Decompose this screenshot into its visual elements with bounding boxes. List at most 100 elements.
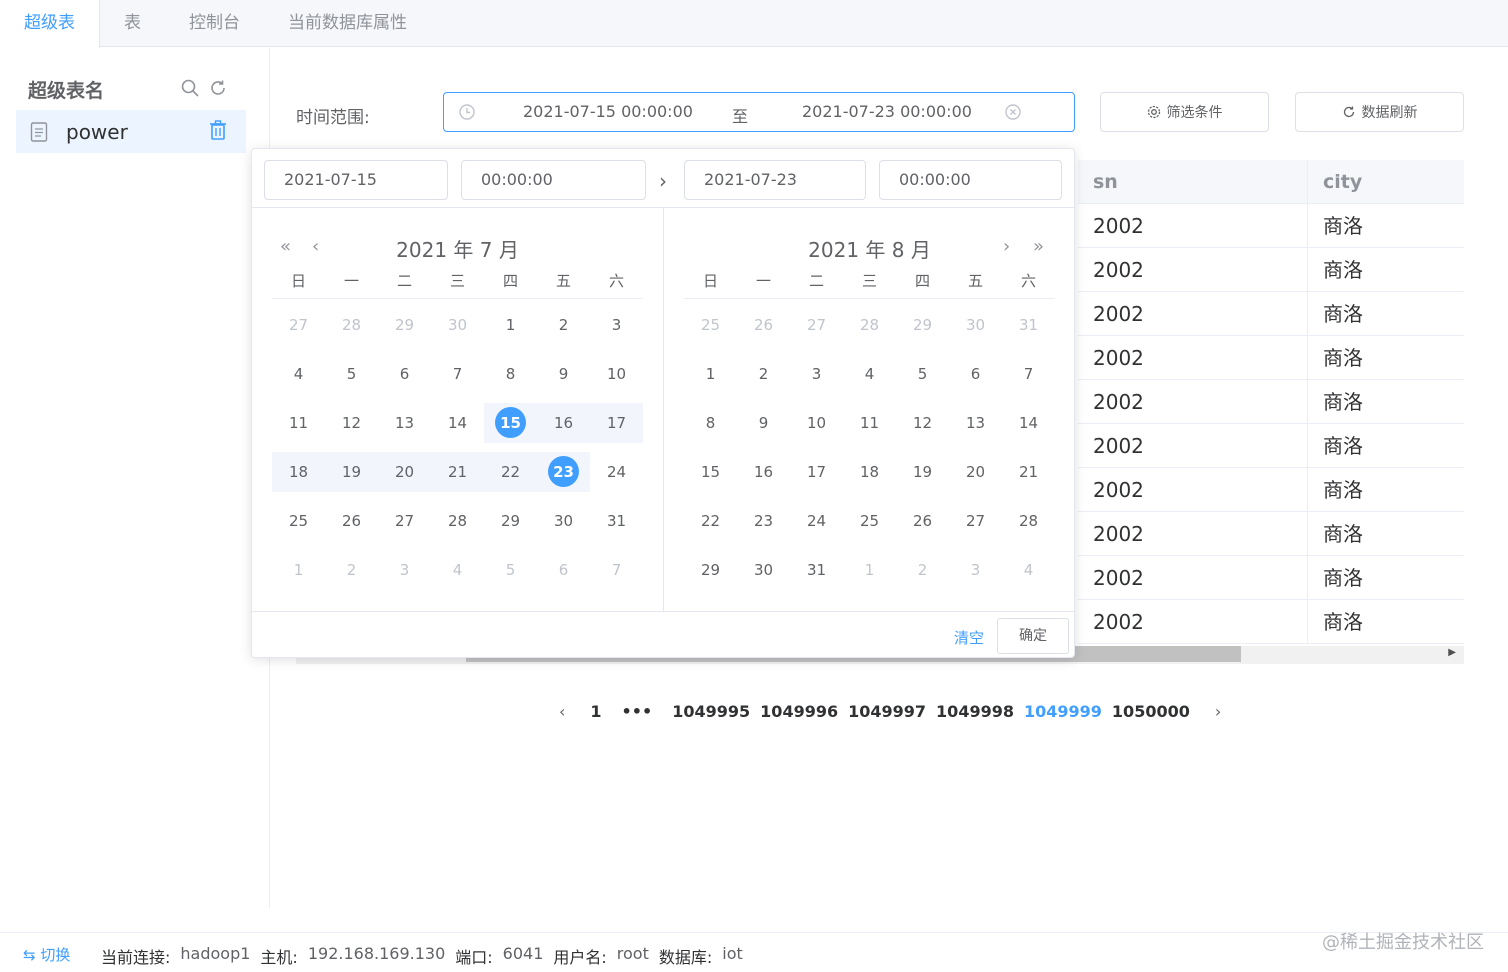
date-cell[interactable]: 27 [790,305,843,345]
date-cell[interactable]: 16 [537,402,590,443]
date-cell[interactable]: 7 [1002,354,1055,394]
end-date-input[interactable]: 2021-07-23 [684,160,866,200]
date-cell[interactable]: 4 [1002,550,1055,590]
date-cell[interactable]: 18 [843,452,896,492]
date-cell[interactable]: 19 [325,451,378,492]
date-cell[interactable]: 31 [790,550,843,590]
table-row[interactable]: 2002 商洛 [1078,556,1464,600]
date-cell[interactable]: 17 [790,452,843,492]
selected-date[interactable]: 15 [484,402,537,443]
end-time-input[interactable]: 00:00:00 [879,160,1062,200]
date-cell[interactable]: 29 [896,305,949,345]
date-cell[interactable]: 5 [484,550,537,590]
page-ellipsis[interactable]: ••• [617,702,658,721]
date-cell[interactable]: 9 [537,354,590,394]
date-cell[interactable]: 3 [378,550,431,590]
tab-supertable[interactable]: 超级表 [0,0,100,48]
date-cell[interactable]: 1 [484,305,537,345]
date-cell[interactable]: 28 [431,501,484,541]
date-cell[interactable]: 22 [684,501,737,541]
time-range-input[interactable]: 2021-07-15 00:00:00 至 2021-07-23 00:00:0… [443,92,1075,132]
date-cell[interactable]: 12 [325,403,378,443]
clear-circle-icon[interactable] [1004,103,1022,121]
date-cell[interactable]: 30 [537,501,590,541]
start-time-input[interactable]: 00:00:00 [461,160,646,200]
date-cell[interactable]: 27 [272,305,325,345]
date-cell[interactable]: 28 [325,305,378,345]
date-cell[interactable]: 10 [590,354,643,394]
date-cell[interactable]: 3 [949,550,1002,590]
date-cell[interactable]: 5 [325,354,378,394]
date-cell[interactable]: 2 [896,550,949,590]
date-cell[interactable]: 26 [325,501,378,541]
switch-connection-button[interactable]: ⇆ 切换 [23,944,70,965]
filter-conditions-button[interactable]: 筛选条件 [1100,92,1269,132]
date-cell[interactable]: 18 [272,451,325,492]
date-cell[interactable]: 2 [737,354,790,394]
date-cell[interactable]: 1 [272,550,325,590]
page-1[interactable]: 1 [585,702,606,721]
date-cell[interactable]: 15 [684,452,737,492]
date-cell[interactable]: 30 [949,305,1002,345]
page-1049995[interactable]: 1049995 [667,702,755,721]
search-icon[interactable] [180,78,200,98]
page-1049998[interactable]: 1049998 [931,702,1019,721]
start-date-input[interactable]: 2021-07-15 [264,160,448,200]
page-1050000[interactable]: 1050000 [1107,702,1195,721]
date-cell[interactable]: 16 [737,452,790,492]
date-cell[interactable]: 20 [378,451,431,492]
scroll-right-arrow-icon[interactable]: ▶ [1448,647,1456,658]
date-cell[interactable]: 24 [590,452,643,492]
date-cell[interactable]: 25 [272,501,325,541]
date-cell[interactable]: 12 [896,403,949,443]
page-1049999[interactable]: 1049999 [1019,702,1107,721]
clear-button[interactable]: 清空 [954,627,984,648]
date-cell[interactable]: 24 [790,501,843,541]
refresh-icon[interactable] [208,78,228,98]
date-cell[interactable]: 27 [378,501,431,541]
date-cell[interactable]: 14 [431,403,484,443]
date-cell[interactable]: 21 [431,451,484,492]
table-row[interactable]: 2002 商洛 [1078,204,1464,248]
date-cell[interactable]: 22 [484,451,537,492]
table-row[interactable]: 2002 商洛 [1078,292,1464,336]
date-cell[interactable]: 1 [684,354,737,394]
tab-table[interactable]: 表 [100,0,165,47]
page-1049996[interactable]: 1049996 [755,702,843,721]
date-cell[interactable]: 2 [537,305,590,345]
date-cell[interactable]: 29 [684,550,737,590]
table-row[interactable]: 2002 商洛 [1078,424,1464,468]
confirm-button[interactable]: 确定 [997,618,1069,654]
next-page-button[interactable]: › [1205,702,1231,721]
date-cell[interactable]: 14 [1002,403,1055,443]
date-cell[interactable]: 13 [949,403,1002,443]
date-cell[interactable]: 9 [737,403,790,443]
table-row[interactable]: 2002 商洛 [1078,512,1464,556]
date-cell[interactable]: 1 [843,550,896,590]
date-cell[interactable]: 7 [590,550,643,590]
table-row[interactable]: 2002 商洛 [1078,600,1464,644]
date-cell[interactable]: 4 [431,550,484,590]
table-row[interactable]: 2002 商洛 [1078,336,1464,380]
prev-page-button[interactable]: ‹ [549,702,575,721]
date-cell[interactable]: 28 [843,305,896,345]
range-end-value[interactable]: 2021-07-23 00:00:00 [802,102,972,121]
selected-date[interactable]: 23 [537,451,590,492]
date-cell[interactable]: 31 [1002,305,1055,345]
date-cell[interactable]: 19 [896,452,949,492]
column-header-sn[interactable]: sn [1078,160,1308,203]
date-cell[interactable]: 8 [484,354,537,394]
date-cell[interactable]: 8 [684,403,737,443]
date-cell[interactable]: 11 [843,403,896,443]
page-1049997[interactable]: 1049997 [843,702,931,721]
date-cell[interactable]: 11 [272,403,325,443]
next-month-icon[interactable]: › [1003,236,1010,257]
date-cell[interactable]: 31 [590,501,643,541]
sidebar-item-power[interactable]: power [16,110,246,153]
column-header-city[interactable]: city [1308,160,1464,203]
date-cell[interactable]: 21 [1002,452,1055,492]
refresh-data-button[interactable]: 数据刷新 [1295,92,1464,132]
table-row[interactable]: 2002 商洛 [1078,468,1464,512]
date-cell[interactable]: 25 [684,305,737,345]
tab-console[interactable]: 控制台 [165,0,264,47]
